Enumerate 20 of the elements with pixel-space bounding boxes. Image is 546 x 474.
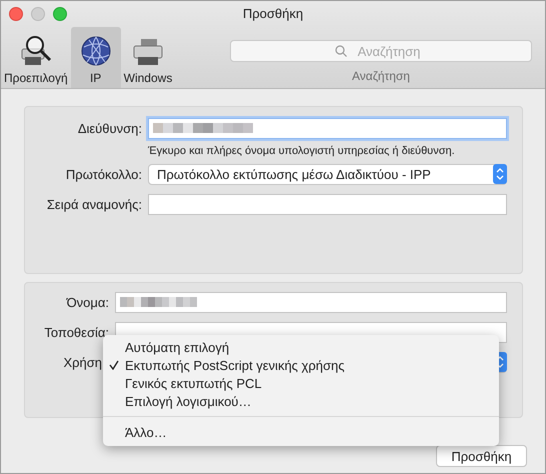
address-label: Διεύθυνση: xyxy=(76,120,142,136)
address-hint: Έγκυρο και πλήρες όνομα υπολογιστή υπηρεσίας ή διεύθυνση. xyxy=(147,145,456,157)
menu-item[interactable]: Αυτόματη επιλογή xyxy=(103,338,499,356)
menu-item[interactable]: Επιλογή λογισμικού… xyxy=(103,392,499,410)
window-title: Προσθήκη xyxy=(242,6,304,21)
search-label: Αναζήτηση xyxy=(352,69,410,83)
toolbar-tab[interactable]: Windows xyxy=(120,27,176,88)
toolbar-tab[interactable]: IP xyxy=(70,27,121,88)
menu-item[interactable]: Εκτυπωτής PostScript γενικής χρήσης xyxy=(103,356,499,374)
menu-item[interactable]: Γενικός εκτυπωτής PCL xyxy=(103,374,499,392)
name-label: Όνομα: xyxy=(65,294,109,310)
menu-item[interactable]: Άλλο… xyxy=(103,423,499,441)
protocol-popup[interactable]: Πρωτόκολλο εκτύπωσης μέσω Διαδικτύου - IPP xyxy=(148,164,507,184)
use-label: Χρήση xyxy=(62,354,103,370)
search-field[interactable]: Αναζήτηση xyxy=(230,40,532,62)
queue-label: Σειρά αναμονής: xyxy=(46,196,142,212)
protocol-label: Πρωτόκολλο: xyxy=(64,166,142,182)
location-label: Τοποθεσία: xyxy=(43,324,109,340)
toolbar-tab[interactable]: Προεπιλογή xyxy=(1,27,71,88)
add-button[interactable]: Προσθήκη xyxy=(436,445,527,467)
